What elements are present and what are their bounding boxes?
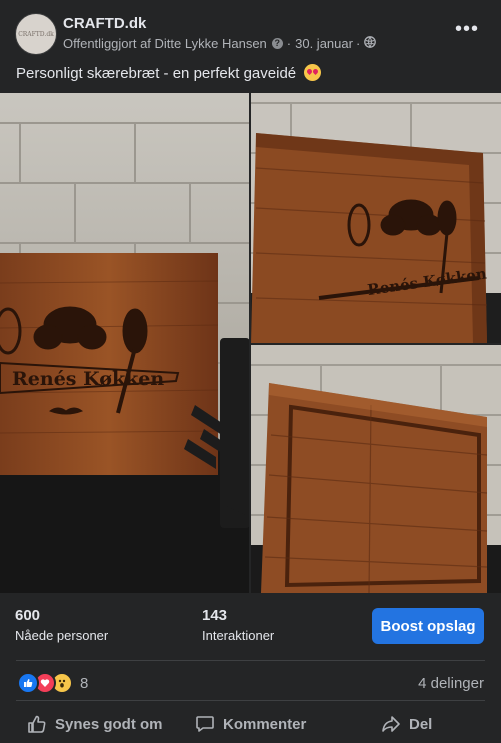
reaction-count: 8 — [80, 674, 89, 692]
meta-separator-2: · — [355, 36, 361, 51]
reactions-summary[interactable]: 8 — [17, 672, 88, 694]
post-actions: Synes godt om Kommenter Del — [0, 706, 501, 742]
post-insights: 600 Nåede personer 143 Interaktioner Boo… — [0, 594, 501, 660]
engraving-text-1: Renés Køkken — [12, 368, 164, 390]
comment-button[interactable]: Kommenter — [195, 706, 306, 742]
photo-1[interactable]: Renés Køkken — [0, 93, 249, 593]
photo-grid: Renés Køkken Renés Køkken — [0, 93, 501, 593]
post-header: CRAFTD.dk CRAFTD.dk Offentliggjort af Di… — [0, 0, 501, 58]
reach-value: 600 — [15, 607, 41, 624]
avatar-logo-text: CRAFTD.dk — [18, 30, 54, 38]
like-button[interactable]: Synes godt om — [27, 706, 163, 742]
photo-2[interactable]: Renés Køkken — [251, 93, 501, 343]
comment-label: Kommenter — [223, 715, 307, 733]
interactions-label: Interaktioner — [202, 628, 275, 643]
post-date[interactable]: 30. januar — [295, 36, 353, 51]
boost-post-button[interactable]: Boost opslag — [372, 608, 484, 644]
thumbs-up-icon — [28, 715, 46, 733]
share-button[interactable]: Del — [381, 706, 432, 742]
shares-count[interactable]: 4 delinger — [418, 675, 484, 692]
share-arrow-icon — [382, 716, 400, 732]
page-avatar[interactable]: CRAFTD.dk — [15, 13, 57, 55]
meta-separator: · — [286, 36, 292, 51]
caption-text: Personligt skærebræt - en perfekt gaveid… — [16, 65, 297, 82]
interactions-value: 143 — [202, 607, 228, 624]
post-caption: Personligt skærebræt - en perfekt gaveid… — [16, 64, 322, 82]
published-by-text[interactable]: Offentliggjort af Ditte Lykke Hansen — [63, 36, 267, 51]
comment-icon — [196, 716, 214, 732]
photo-3[interactable] — [251, 345, 501, 593]
like-label: Synes godt om — [55, 715, 163, 733]
share-label: Del — [409, 715, 433, 733]
page-name-link[interactable]: CRAFTD.dk — [63, 15, 146, 32]
heart-eyes-emoji-icon — [304, 64, 322, 81]
info-icon[interactable]: ? — [271, 38, 283, 49]
divider-top — [16, 660, 485, 661]
reach-label: Nåede personer — [15, 628, 109, 643]
post-meta: Offentliggjort af Ditte Lykke Hansen ? ·… — [63, 36, 377, 51]
like-reaction-icon — [17, 672, 39, 694]
more-options-icon[interactable]: ••• — [455, 19, 479, 39]
globe-icon — [364, 36, 377, 51]
divider-bottom — [16, 700, 485, 701]
